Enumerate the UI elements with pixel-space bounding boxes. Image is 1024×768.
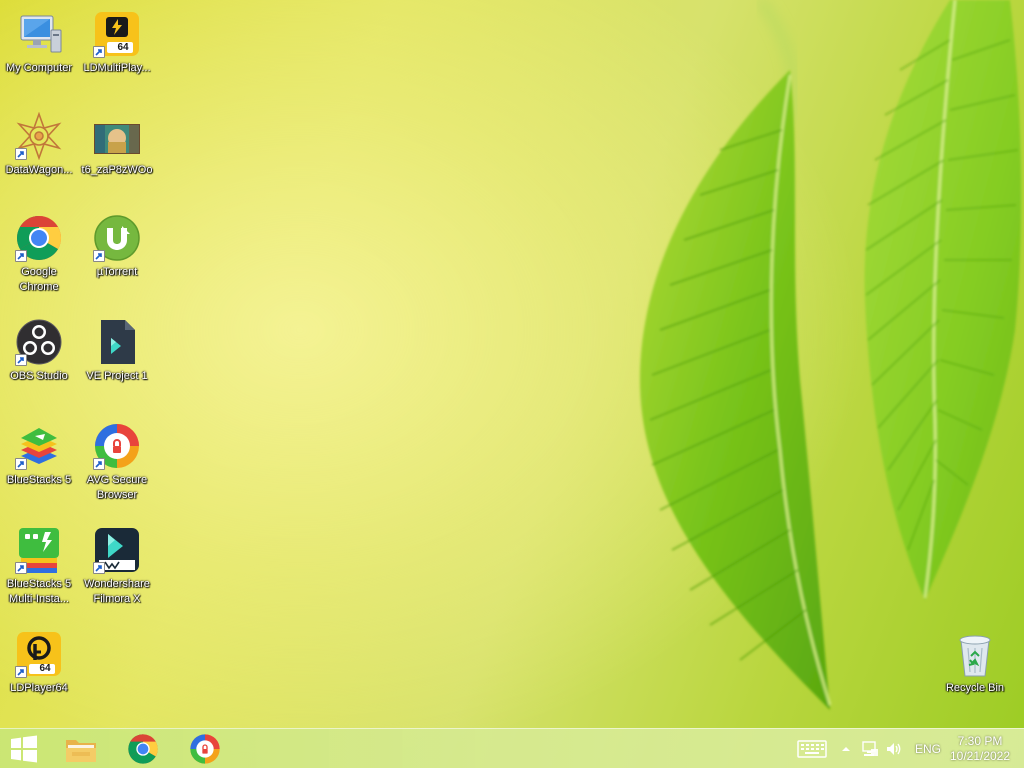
desktop-icon-image-file[interactable]: t6_zaP8zWOo — [78, 112, 156, 178]
shortcut-arrow-icon — [15, 354, 27, 366]
leaf-right — [864, 0, 1022, 600]
taskbar-avg-secure-browser[interactable] — [180, 729, 230, 768]
image-file-icon — [94, 124, 140, 154]
shortcut-arrow-icon — [93, 46, 105, 58]
clock-time: 7:30 PM — [957, 734, 1003, 748]
recycle-bin-icon — [959, 635, 991, 677]
desktop-icon-ve-project-1[interactable]: VE Project 1 — [78, 318, 156, 384]
desktop-icon-bluestacks-multi-instance[interactable]: BlueStacks 5 Multi-Insta... — [0, 526, 78, 607]
desktop-icon-utorrent[interactable]: µTorrent — [78, 214, 156, 280]
volume-button[interactable] — [882, 729, 906, 768]
desktop-icon-label: OBS Studio — [10, 370, 68, 382]
keyboard-icon — [797, 740, 827, 758]
taskbar-google-chrome[interactable] — [118, 729, 168, 768]
shortcut-arrow-icon — [15, 666, 27, 678]
folder-icon — [66, 740, 96, 762]
windows-logo-icon — [11, 735, 37, 763]
desktop-icon-bluestacks-5[interactable]: BlueStacks 5 — [0, 422, 78, 488]
desktop-icon-label: BlueStacks 5 Multi-Insta... — [6, 578, 72, 605]
show-hidden-icons-button[interactable] — [838, 729, 854, 768]
computer-icon — [20, 15, 62, 53]
desktop-icon-recycle-bin[interactable]: Recycle Bin — [936, 630, 1014, 696]
desktop-icon-datawagon[interactable]: DataWagon... — [0, 112, 78, 178]
desktop-icon-label: Wondershare Filmora X — [84, 578, 150, 605]
taskbar: ENG 7:30 PM 10/21/2022 — [0, 728, 1024, 768]
shortcut-arrow-icon — [93, 250, 105, 262]
desktop-icon-ldmultiplayer[interactable]: 64 LDMultiPlay... — [78, 10, 156, 76]
shortcut-arrow-icon — [93, 562, 105, 574]
desktop-icon-label: DataWagon... — [5, 164, 73, 176]
badge-64: 64 — [39, 663, 51, 674]
avg-browser-icon — [190, 734, 220, 764]
desktop-icon-label: BlueStacks 5 — [6, 474, 72, 486]
network-status-button[interactable] — [858, 729, 882, 768]
desktop-icon-label: µTorrent — [96, 266, 138, 278]
clock-date: 10/21/2022 — [949, 749, 1011, 763]
desktop-icon-obs-studio[interactable]: OBS Studio — [0, 318, 78, 384]
language-indicator[interactable]: ENG — [910, 729, 946, 768]
speaker-icon — [887, 743, 901, 755]
desktop-icon-label: Google Chrome — [19, 266, 59, 293]
chrome-icon — [128, 734, 158, 764]
leaf-left — [640, 70, 832, 710]
desktop-icon-label: Recycle Bin — [945, 682, 1005, 694]
shortcut-arrow-icon — [93, 458, 105, 470]
shortcut-arrow-icon — [15, 458, 27, 470]
desktop-icon-label: t6_zaP8zWOo — [81, 164, 153, 176]
taskbar-file-explorer[interactable] — [56, 729, 106, 768]
desktop-icon-label: LDPlayer64 — [10, 682, 68, 694]
clock[interactable]: 7:30 PM 10/21/2022 — [946, 729, 1014, 768]
desktop-icon-my-computer[interactable]: My Computer — [0, 10, 78, 76]
badge-64: 64 — [117, 42, 129, 53]
desktop-icon-label: AVG Secure Browser — [86, 474, 148, 501]
shortcut-arrow-icon — [15, 148, 27, 160]
network-icon — [862, 741, 878, 756]
desktop-icon-label: LDMultiPlay... — [83, 62, 151, 74]
touch-keyboard-button[interactable] — [792, 729, 832, 768]
start-button[interactable] — [0, 729, 48, 768]
shortcut-arrow-icon — [15, 250, 27, 262]
desktop-icon-google-chrome[interactable]: Google Chrome — [0, 214, 78, 295]
chevron-up-icon — [842, 747, 850, 751]
desktop-icon-label: VE Project 1 — [86, 370, 148, 382]
shortcut-arrow-icon — [15, 562, 27, 574]
desktop-icon-wondershare-filmora[interactable]: Wondershare Filmora X — [78, 526, 156, 607]
desktop-icon-avg-secure-browser[interactable]: AVG Secure Browser — [78, 422, 156, 503]
desktop-icon-ldplayer64[interactable]: 64 LDPlayer64 — [0, 630, 78, 696]
desktop-icon-label: My Computer — [5, 62, 73, 74]
ve-project-file-icon — [101, 320, 135, 364]
